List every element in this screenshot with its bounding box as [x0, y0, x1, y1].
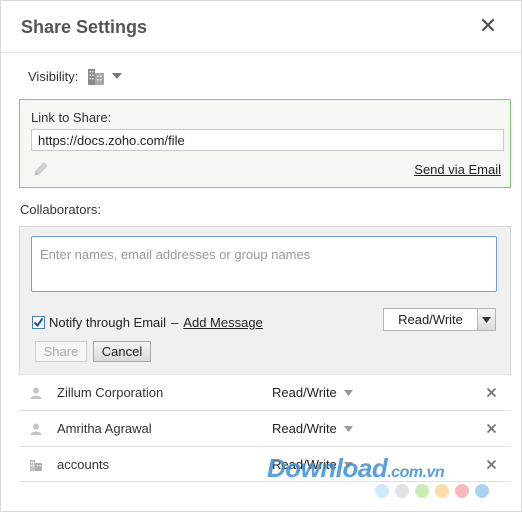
- building-icon: [88, 69, 105, 85]
- watermark-suffix: .com.vn: [387, 464, 445, 481]
- collaborator-row: Zillum Corporation Read/Write: [19, 374, 511, 410]
- add-message-link[interactable]: Add Message: [183, 315, 263, 330]
- chevron-down-icon: [482, 316, 491, 323]
- collaborator-permission: Read/Write: [272, 385, 337, 400]
- visibility-dropdown[interactable]: [86, 66, 123, 86]
- share-link-field[interactable]: [31, 129, 504, 151]
- share-settings-dialog: Share Settings Visibility: Link to Share…: [0, 0, 522, 512]
- dialog-header: Share Settings: [1, 1, 521, 53]
- permission-select-value: Read/Write: [398, 312, 463, 327]
- notify-checkbox[interactable]: [32, 316, 45, 329]
- link-label: Link to Share:: [31, 110, 112, 125]
- notify-label: Notify through Email: [49, 315, 167, 330]
- watermark: Download.com.vn: [267, 453, 445, 484]
- watermark-dot: [435, 484, 449, 498]
- chevron-down-icon: [112, 72, 123, 79]
- permission-select[interactable]: Read/Write: [383, 308, 496, 331]
- notify-row: Notify through Email – Add Message: [32, 315, 263, 330]
- permission-select-button[interactable]: [477, 309, 495, 330]
- collaborator-names-input[interactable]: [31, 236, 497, 292]
- watermark-dot: [415, 484, 429, 498]
- chevron-down-icon: [343, 389, 353, 396]
- collaborator-permission: Read/Write: [272, 421, 337, 436]
- watermark-dot: [395, 484, 409, 498]
- collaborator-name: Zillum Corporation: [57, 385, 164, 400]
- user-icon: [30, 387, 42, 399]
- checkmark-icon: [33, 317, 44, 328]
- remove-icon[interactable]: [486, 387, 497, 398]
- watermark-dot: [455, 484, 469, 498]
- collaborator-permission-dropdown[interactable]: Read/Write: [272, 385, 353, 400]
- visibility-row: Visibility:: [28, 65, 123, 87]
- collaborator-name: Amritha Agrawal: [57, 421, 152, 436]
- link-share-panel: Link to Share: Send via Email: [19, 99, 511, 188]
- send-via-email-link[interactable]: Send via Email: [414, 162, 501, 177]
- close-icon[interactable]: [479, 16, 497, 34]
- collaborator-permission-dropdown[interactable]: Read/Write: [272, 421, 353, 436]
- watermark-dot: [375, 484, 389, 498]
- remove-icon[interactable]: [486, 423, 497, 434]
- watermark-dots: [375, 484, 495, 498]
- remove-icon[interactable]: [486, 459, 497, 470]
- dialog-title: Share Settings: [21, 17, 148, 37]
- collaborator-row: Amritha Agrawal Read/Write: [19, 410, 511, 446]
- chevron-down-icon: [343, 425, 353, 432]
- share-button[interactable]: Share: [35, 341, 87, 362]
- collaborators-label: Collaborators:: [20, 202, 101, 217]
- watermark-dot: [475, 484, 489, 498]
- add-collaborators-panel: Notify through Email – Add Message Read/…: [19, 226, 511, 375]
- pencil-icon[interactable]: [33, 161, 49, 177]
- watermark-text: Download: [267, 453, 388, 483]
- notify-separator: –: [171, 315, 179, 330]
- group-icon: [30, 460, 42, 471]
- cancel-button[interactable]: Cancel: [93, 341, 151, 362]
- visibility-label: Visibility:: [28, 68, 79, 84]
- user-icon: [30, 423, 42, 435]
- collaborator-name: accounts: [57, 457, 110, 472]
